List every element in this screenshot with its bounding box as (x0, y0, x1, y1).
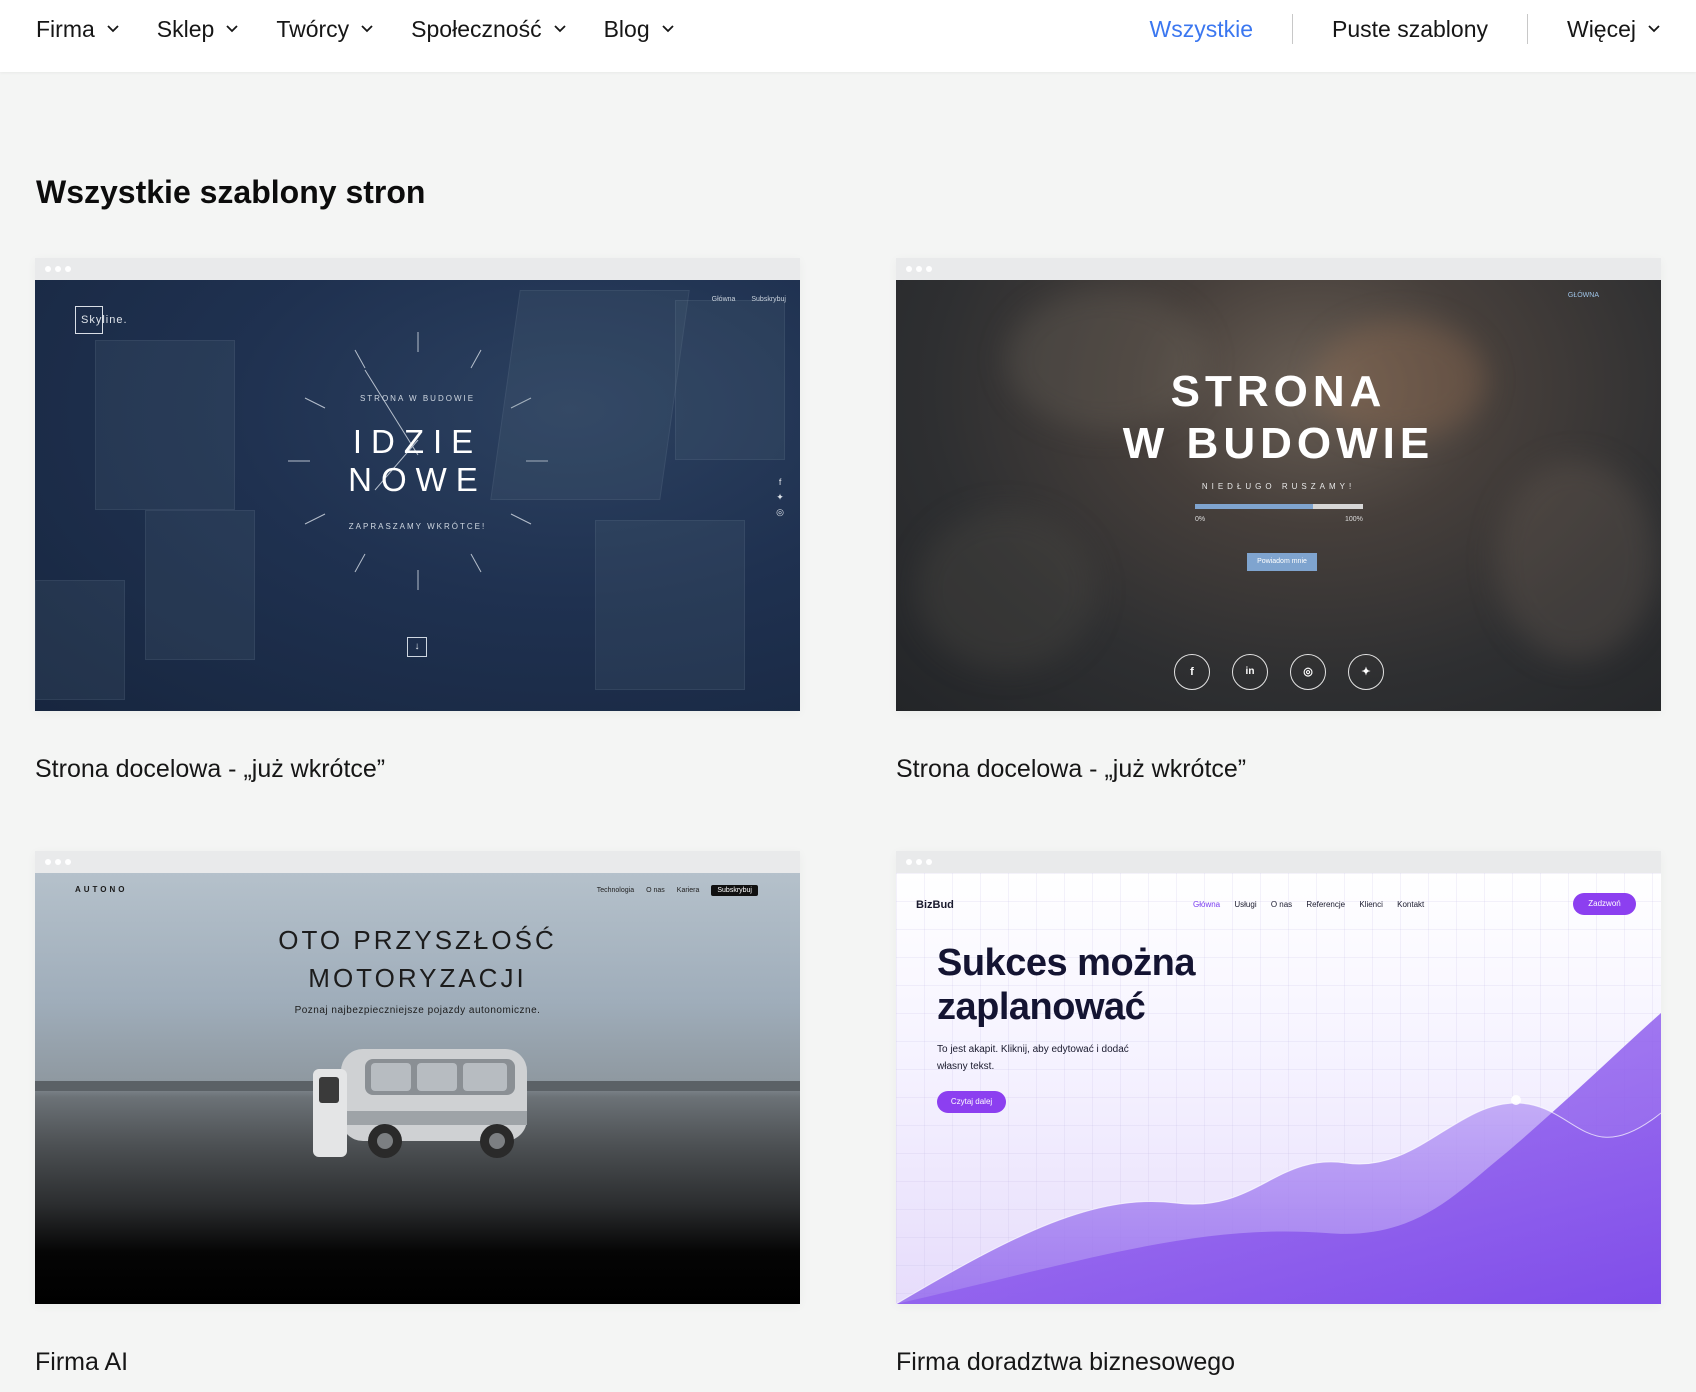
template-preview-frame[interactable]: AUTONO Technologia O nas Kariera Subskry… (35, 851, 800, 1304)
preview-headline-line2: zaplanować (937, 986, 1146, 1028)
filter-blank-templates-link[interactable]: Puste szablony (1332, 16, 1488, 43)
chevron-down-icon (1648, 25, 1660, 33)
template-card[interactable]: GŁÓWNA STRONA W BUDOWIE NIEDŁUGO RUSZAMY… (896, 258, 1661, 783)
preview-menu: Główna Subskrybuj (698, 296, 786, 303)
preview-headline-line2: NOWE (348, 461, 487, 498)
preview-menu-item: Kontakt (1397, 900, 1425, 909)
preview-brand: BizBud (916, 899, 954, 911)
template-preview-frame[interactable]: Skyline. Główna Subskrybuj STRONA W BUDO… (35, 258, 800, 711)
autonomous-car-illustration (313, 1049, 527, 1158)
preview-headline-line1: IDZIE (352, 423, 483, 460)
template-card[interactable]: Skyline. Główna Subskrybuj STRONA W BUDO… (35, 258, 800, 783)
facebook-icon: f (1174, 654, 1210, 690)
divider (1526, 14, 1528, 44)
instagram-icon: ◎ (776, 507, 784, 517)
template-preview-image: Skyline. Główna Subskrybuj STRONA W BUDO… (35, 280, 800, 711)
linkedin-icon: in (1232, 654, 1268, 690)
nav-item-sklep[interactable]: Sklep (157, 16, 239, 43)
preview-headline-line2: MOTORYZACJI (308, 963, 527, 993)
nav-item-label: Blog (603, 15, 650, 42)
preview-headline-line2: W BUDOWIE (1122, 419, 1435, 468)
chevron-down-icon (361, 25, 373, 33)
chevron-down-icon (553, 25, 566, 33)
template-preview-frame[interactable]: GŁÓWNA STRONA W BUDOWIE NIEDŁUGO RUSZAMY… (896, 258, 1661, 711)
chevron-down-icon (226, 25, 238, 33)
preview-headline: OTO PRZYSZŁOŚĆ MOTORYZACJI (35, 921, 800, 997)
nav-item-tworcy[interactable]: Twórcy (276, 16, 373, 43)
preview-read-more-button: Czytaj dalej (937, 1091, 1006, 1113)
nav-item-firma[interactable]: Firma (36, 16, 119, 43)
progress-max-label: 100% (1345, 516, 1363, 523)
browser-dots-icon (906, 859, 936, 865)
twitter-icon: ✦ (776, 492, 784, 502)
preview-subscribe-button: Subskrybuj (711, 885, 758, 896)
preview-headline: Sukces można zaplanować (937, 941, 1196, 1029)
preview-logo: Skyline. (81, 314, 128, 326)
nav-item-blog[interactable]: Blog (604, 16, 674, 43)
more-dropdown[interactable]: Więcej (1567, 16, 1660, 43)
main-menu: Firma Sklep Twórcy Społeczność Blog (36, 0, 712, 58)
preview-menu-item: Klienci (1359, 900, 1383, 909)
growth-chart-illustration (896, 1013, 1661, 1304)
preview-menu-item: Kariera (676, 887, 700, 894)
filter-all-link[interactable]: Wszystkie (1150, 16, 1254, 43)
template-card[interactable]: AUTONO Technologia O nas Kariera Subskry… (35, 851, 800, 1376)
template-preview-frame[interactable]: BizBud Główna Usługi O nas Referencje Kl… (896, 851, 1661, 1304)
browser-dots-icon (906, 266, 936, 272)
template-caption[interactable]: Firma AI (35, 1348, 128, 1377)
nav-item-label: Firma (36, 15, 95, 42)
preview-menu-item: O nas (1270, 900, 1293, 909)
preview-menu: GŁÓWNA (1567, 292, 1599, 299)
template-preview-image: BizBud Główna Usługi O nas Referencje Kl… (896, 873, 1661, 1304)
nav-item-spolecznosc[interactable]: Społeczność (411, 15, 566, 43)
template-filter-menu: Wszystkie Puste szablony Więcej (1150, 0, 1661, 58)
arrow-down-icon: ↓ (407, 637, 427, 657)
preview-menu-item: Główna (711, 296, 736, 303)
preview-menu-item: Subskrybuj (751, 296, 786, 303)
preview-subline: ZAPRASZAMY WKRÓTCE! (348, 522, 487, 531)
browser-dots-icon (45, 266, 75, 272)
preview-social: f ✦ ◎ (776, 475, 784, 520)
preview-progress-bar (1195, 504, 1363, 509)
browser-dots-icon (45, 859, 75, 865)
nav-item-label: Twórcy (276, 15, 350, 42)
page-title: Wszystkie szablony stron (36, 174, 426, 210)
template-preview-image: GŁÓWNA STRONA W BUDOWIE NIEDŁUGO RUSZAMY… (896, 280, 1661, 711)
preview-menu-item: Referencje (1306, 900, 1346, 909)
template-caption[interactable]: Strona docelowa - „już wkrótce” (35, 755, 385, 784)
top-navigation: Firma Sklep Twórcy Społeczność Blog Wszy… (0, 0, 1696, 72)
preview-menu-item: Główna (1193, 900, 1221, 909)
preview-subline: NIEDŁUGO RUSZAMY! (1201, 482, 1356, 491)
preview-headline-line1: STRONA (1170, 367, 1387, 416)
progress-min-label: 0% (1195, 516, 1206, 523)
twitter-icon: ✦ (1348, 654, 1384, 690)
template-caption[interactable]: Firma doradztwa biznesowego (896, 1348, 1235, 1377)
divider (1292, 14, 1293, 44)
preview-call-button: Zadzwoń (1573, 893, 1636, 915)
preview-menu: Technologia O nas Kariera Subskrybuj (585, 885, 758, 896)
preview-menu: Główna Usługi O nas Referencje Klienci K… (1193, 900, 1436, 909)
preview-menu-item: O nas (646, 887, 665, 894)
nav-item-label: Społeczność (411, 15, 542, 42)
preview-brand: AUTONO (75, 885, 128, 894)
template-caption[interactable]: Strona docelowa - „już wkrótce” (896, 755, 1246, 784)
progress-fill (1195, 504, 1313, 509)
template-card[interactable]: BizBud Główna Usługi O nas Referencje Kl… (896, 851, 1661, 1376)
facebook-icon: f (778, 477, 782, 487)
preview-headline: STRONA W BUDOWIE (896, 366, 1661, 470)
preview-subline: Poznaj najbezpieczniejsze pojazdy autono… (294, 1005, 541, 1016)
preview-headline-line1: Sukces można (937, 942, 1196, 984)
chevron-down-icon (107, 25, 119, 33)
preview-menu-item: Usługi (1234, 900, 1257, 909)
preview-paragraph: To jest akapit. Kliknij, aby edytować i … (937, 1044, 1129, 1072)
chevron-down-icon (662, 25, 674, 33)
preview-notify-button: Powiadom mnie (1247, 553, 1317, 571)
template-preview-image: AUTONO Technologia O nas Kariera Subskry… (35, 873, 800, 1304)
nav-item-label: Sklep (156, 15, 215, 42)
instagram-icon: ◎ (1290, 654, 1326, 690)
preview-kicker: STRONA W BUDOWIE (359, 394, 476, 403)
preview-headline-line1: OTO PRZYSZŁOŚĆ (278, 925, 557, 955)
preview-menu-item: Technologia (596, 887, 635, 894)
more-label: Więcej (1566, 15, 1636, 42)
